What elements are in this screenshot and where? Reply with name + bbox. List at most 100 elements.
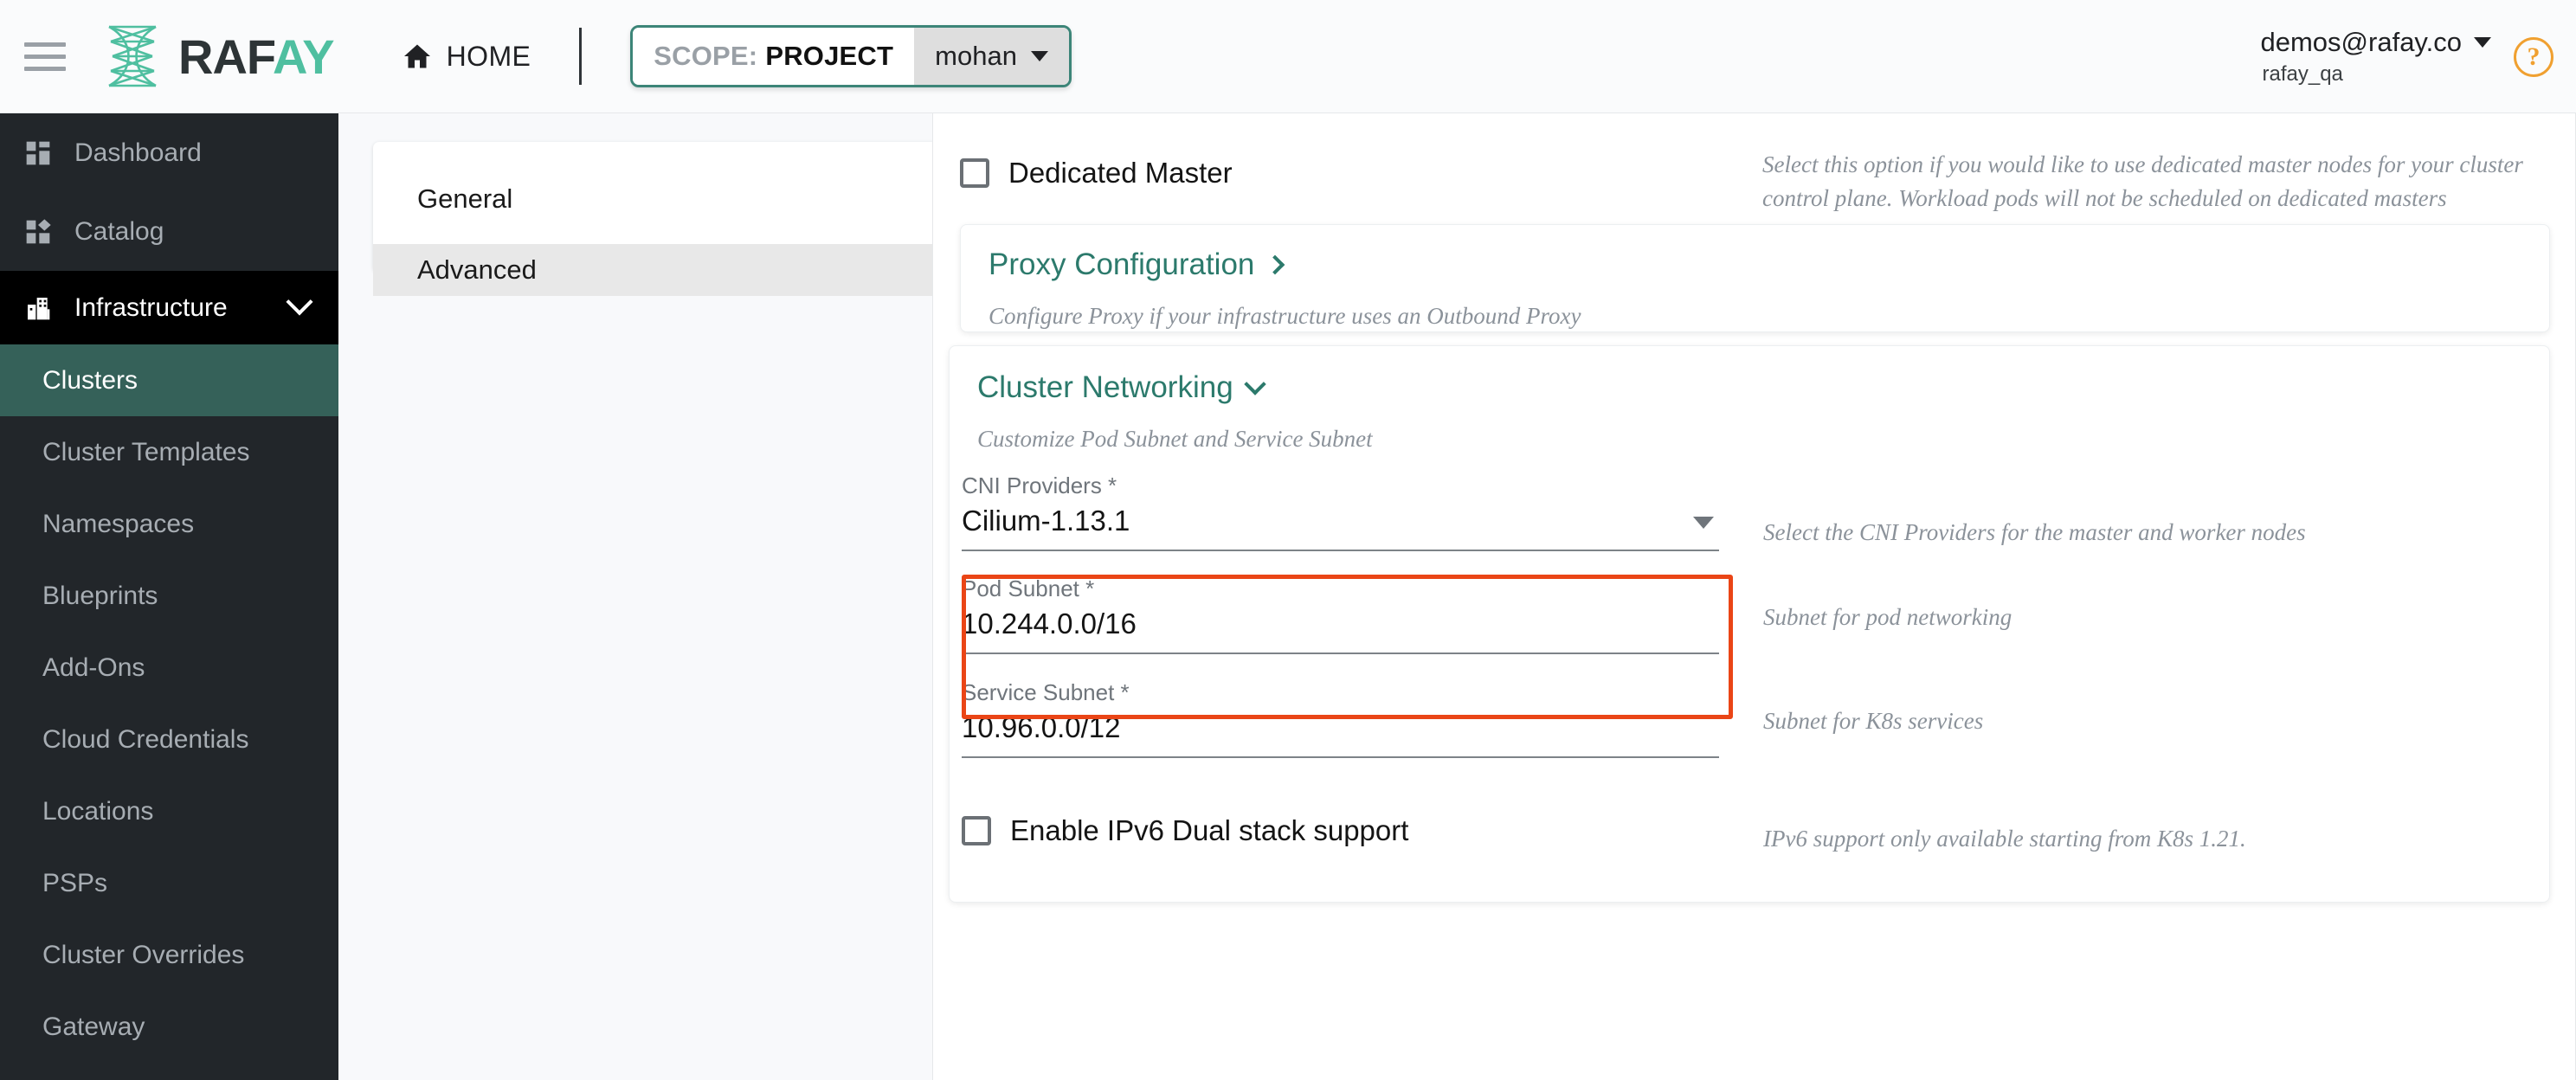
hamburger-line (24, 66, 66, 71)
pod-subnet-input[interactable]: 10.244.0.0/16 (962, 608, 1719, 654)
cni-providers-hint: Select the CNI Providers for the master … (1763, 519, 2306, 545)
sidebar-item-cloud-credentials[interactable]: Cloud Credentials (0, 704, 338, 775)
help-circle-icon[interactable]: ? (2514, 36, 2553, 77)
dedicated-master-hint: Select this option if you would like to … (1762, 151, 2523, 212)
sidebar-item-dashboard[interactable]: Dashboard (0, 113, 338, 192)
checkbox-icon (962, 816, 991, 845)
pod-subnet-value: 10.244.0.0/16 (962, 608, 1137, 640)
sidebar-item-clusters[interactable]: Clusters (0, 344, 338, 416)
ipv6-dual-stack-label: Enable IPv6 Dual stack support (1010, 814, 1409, 846)
proxy-configuration-hint: Configure Proxy if your infrastructure u… (989, 303, 1581, 329)
scope-prefix-label: SCOPE: (654, 41, 758, 71)
sidebar-item-label: Catalog (74, 216, 164, 246)
ipv6-dual-stack-hint: IPv6 support only available starting fro… (1763, 826, 2246, 852)
sidebar-subitem-label: PSPs (42, 868, 108, 897)
chevron-down-icon (1030, 51, 1048, 61)
sidebar-item-namespaces[interactable]: Namespaces (0, 488, 338, 560)
brand-name-tail: AY (273, 29, 335, 84)
sidebar-item-label: Dashboard (74, 138, 202, 167)
chevron-down-icon (1243, 373, 1266, 395)
hamburger-line (24, 42, 66, 47)
cni-providers-label: CNI Providers * (962, 472, 1117, 498)
sidebar-item-psps[interactable]: PSPs (0, 847, 338, 919)
tab-label: General (417, 183, 513, 214)
service-subnet-hint: Subnet for K8s services (1763, 708, 1984, 734)
scope-selector[interactable]: SCOPE: PROJECT mohan (630, 25, 1072, 87)
settings-tabs-card: General Advanced (373, 142, 940, 296)
pod-subnet-label: Pod Subnet * (962, 575, 1095, 601)
cluster-networking-title: Cluster Networking (977, 370, 1233, 404)
sidebar-item-add-ons[interactable]: Add-Ons (0, 632, 338, 704)
tab-advanced[interactable]: Advanced (373, 244, 940, 296)
service-subnet-field: Service Subnet * 10.96.0.0/12 (962, 679, 1719, 758)
rafay-logo-icon (108, 25, 157, 87)
home-icon (403, 44, 430, 68)
hamburger-icon[interactable] (24, 35, 66, 77)
page-content: General Advanced Dedicated Master Select… (338, 113, 2576, 1080)
top-bar-right: demos@rafay.co rafay_qa ? (2260, 0, 2553, 113)
scope-type: SCOPE: PROJECT (633, 28, 915, 85)
sidebar-item-locations[interactable]: Locations (0, 775, 338, 847)
sidebar-subitem-label: Locations (42, 796, 154, 826)
cluster-networking-toggle[interactable]: Cluster Networking (977, 370, 2521, 405)
sidebar-item-cluster-overrides[interactable]: Cluster Overrides (0, 919, 338, 991)
cluster-networking-subtitle: Customize Pod Subnet and Service Subnet (977, 426, 1373, 452)
catalog-icon (21, 218, 55, 246)
ipv6-dual-stack-checkbox[interactable]: Enable IPv6 Dual stack support (962, 814, 1408, 847)
sidebar-subitem-label: Blueprints (42, 581, 158, 610)
chevron-down-icon (286, 287, 313, 315)
checkbox-icon (960, 158, 989, 188)
chevron-right-icon (1265, 254, 1285, 275)
service-subnet-label: Service Subnet * (962, 679, 1130, 705)
pod-subnet-hint: Subnet for pod networking (1763, 604, 2012, 630)
chevron-down-icon (1693, 517, 1714, 529)
user-org-label: rafay_qa (2262, 62, 2343, 86)
sidebar-item-cluster-templates[interactable]: Cluster Templates (0, 416, 338, 488)
user-email-label: demos@rafay.co (2260, 27, 2463, 57)
cluster-networking-card: Cluster Networking Customize Pod Subnet … (949, 345, 2550, 903)
service-subnet-input[interactable]: 10.96.0.0/12 (962, 711, 1719, 758)
cni-providers-select[interactable]: Cilium-1.13.1 (962, 505, 1719, 551)
dedicated-master-label: Dedicated Master (1008, 157, 1233, 189)
sidebar-subitem-label: Clusters (42, 365, 138, 395)
home-nav-link[interactable]: HOME (402, 41, 531, 73)
hamburger-line (24, 54, 66, 59)
scope-value-label: mohan (935, 41, 1017, 71)
brand-logo[interactable]: RAFAY (100, 22, 335, 91)
cni-providers-value: Cilium-1.13.1 (962, 505, 1130, 537)
advanced-settings-panel: Dedicated Master Select this option if y… (932, 113, 2576, 1080)
tab-general[interactable]: General (373, 173, 940, 225)
sidebar-item-blueprints[interactable]: Blueprints (0, 560, 338, 632)
chevron-down-icon (2474, 37, 2491, 48)
service-subnet-value: 10.96.0.0/12 (962, 711, 1121, 743)
sidebar-item-label: Infrastructure (74, 292, 228, 322)
dashboard-icon (21, 139, 55, 167)
sidebar-subitem-label: Cloud Credentials (42, 724, 249, 754)
sidebar-subitem-label: Cluster Templates (42, 437, 250, 466)
sidebar-item-gateway[interactable]: Gateway (0, 991, 338, 1063)
brand-name: RAFAY (178, 29, 335, 85)
sidebar-subitem-label: Gateway (42, 1012, 145, 1041)
user-account-block: demos@rafay.co rafay_qa (2260, 27, 2491, 87)
dedicated-master-checkbox[interactable]: Dedicated Master (960, 157, 1233, 190)
brand-name-head: RAF (178, 29, 274, 84)
sidebar-item-catalog[interactable]: Catalog (0, 192, 338, 271)
proxy-configuration-card: Proxy Configuration Configure Proxy if y… (960, 224, 2550, 332)
pod-subnet-field: Pod Subnet * 10.244.0.0/16 (962, 575, 1719, 654)
tab-spacer (373, 225, 940, 244)
tab-label: Advanced (417, 254, 537, 285)
scope-value-dropdown[interactable]: mohan (914, 28, 1069, 85)
home-label: HOME (446, 40, 531, 72)
sidebar-subitem-label: Namespaces (42, 509, 195, 538)
sidebar-item-infrastructure[interactable]: Infrastructure (0, 271, 338, 344)
user-menu-button[interactable]: demos@rafay.co (2260, 27, 2491, 58)
infrastructure-icon (21, 294, 55, 322)
proxy-configuration-toggle[interactable]: Proxy Configuration (989, 248, 2521, 282)
settings-nav-panel: General Advanced (338, 113, 940, 1080)
top-bar: RAFAY HOME SCOPE: PROJECT mohan demos@ra… (0, 0, 2576, 113)
header-divider (579, 28, 583, 85)
scope-type-label: PROJECT (765, 41, 894, 71)
sidebar-nav: Dashboard Catalog Infrastructure Cluster… (0, 113, 338, 1080)
sidebar-subitem-label: Add-Ons (42, 652, 145, 682)
proxy-configuration-title: Proxy Configuration (989, 248, 1255, 281)
